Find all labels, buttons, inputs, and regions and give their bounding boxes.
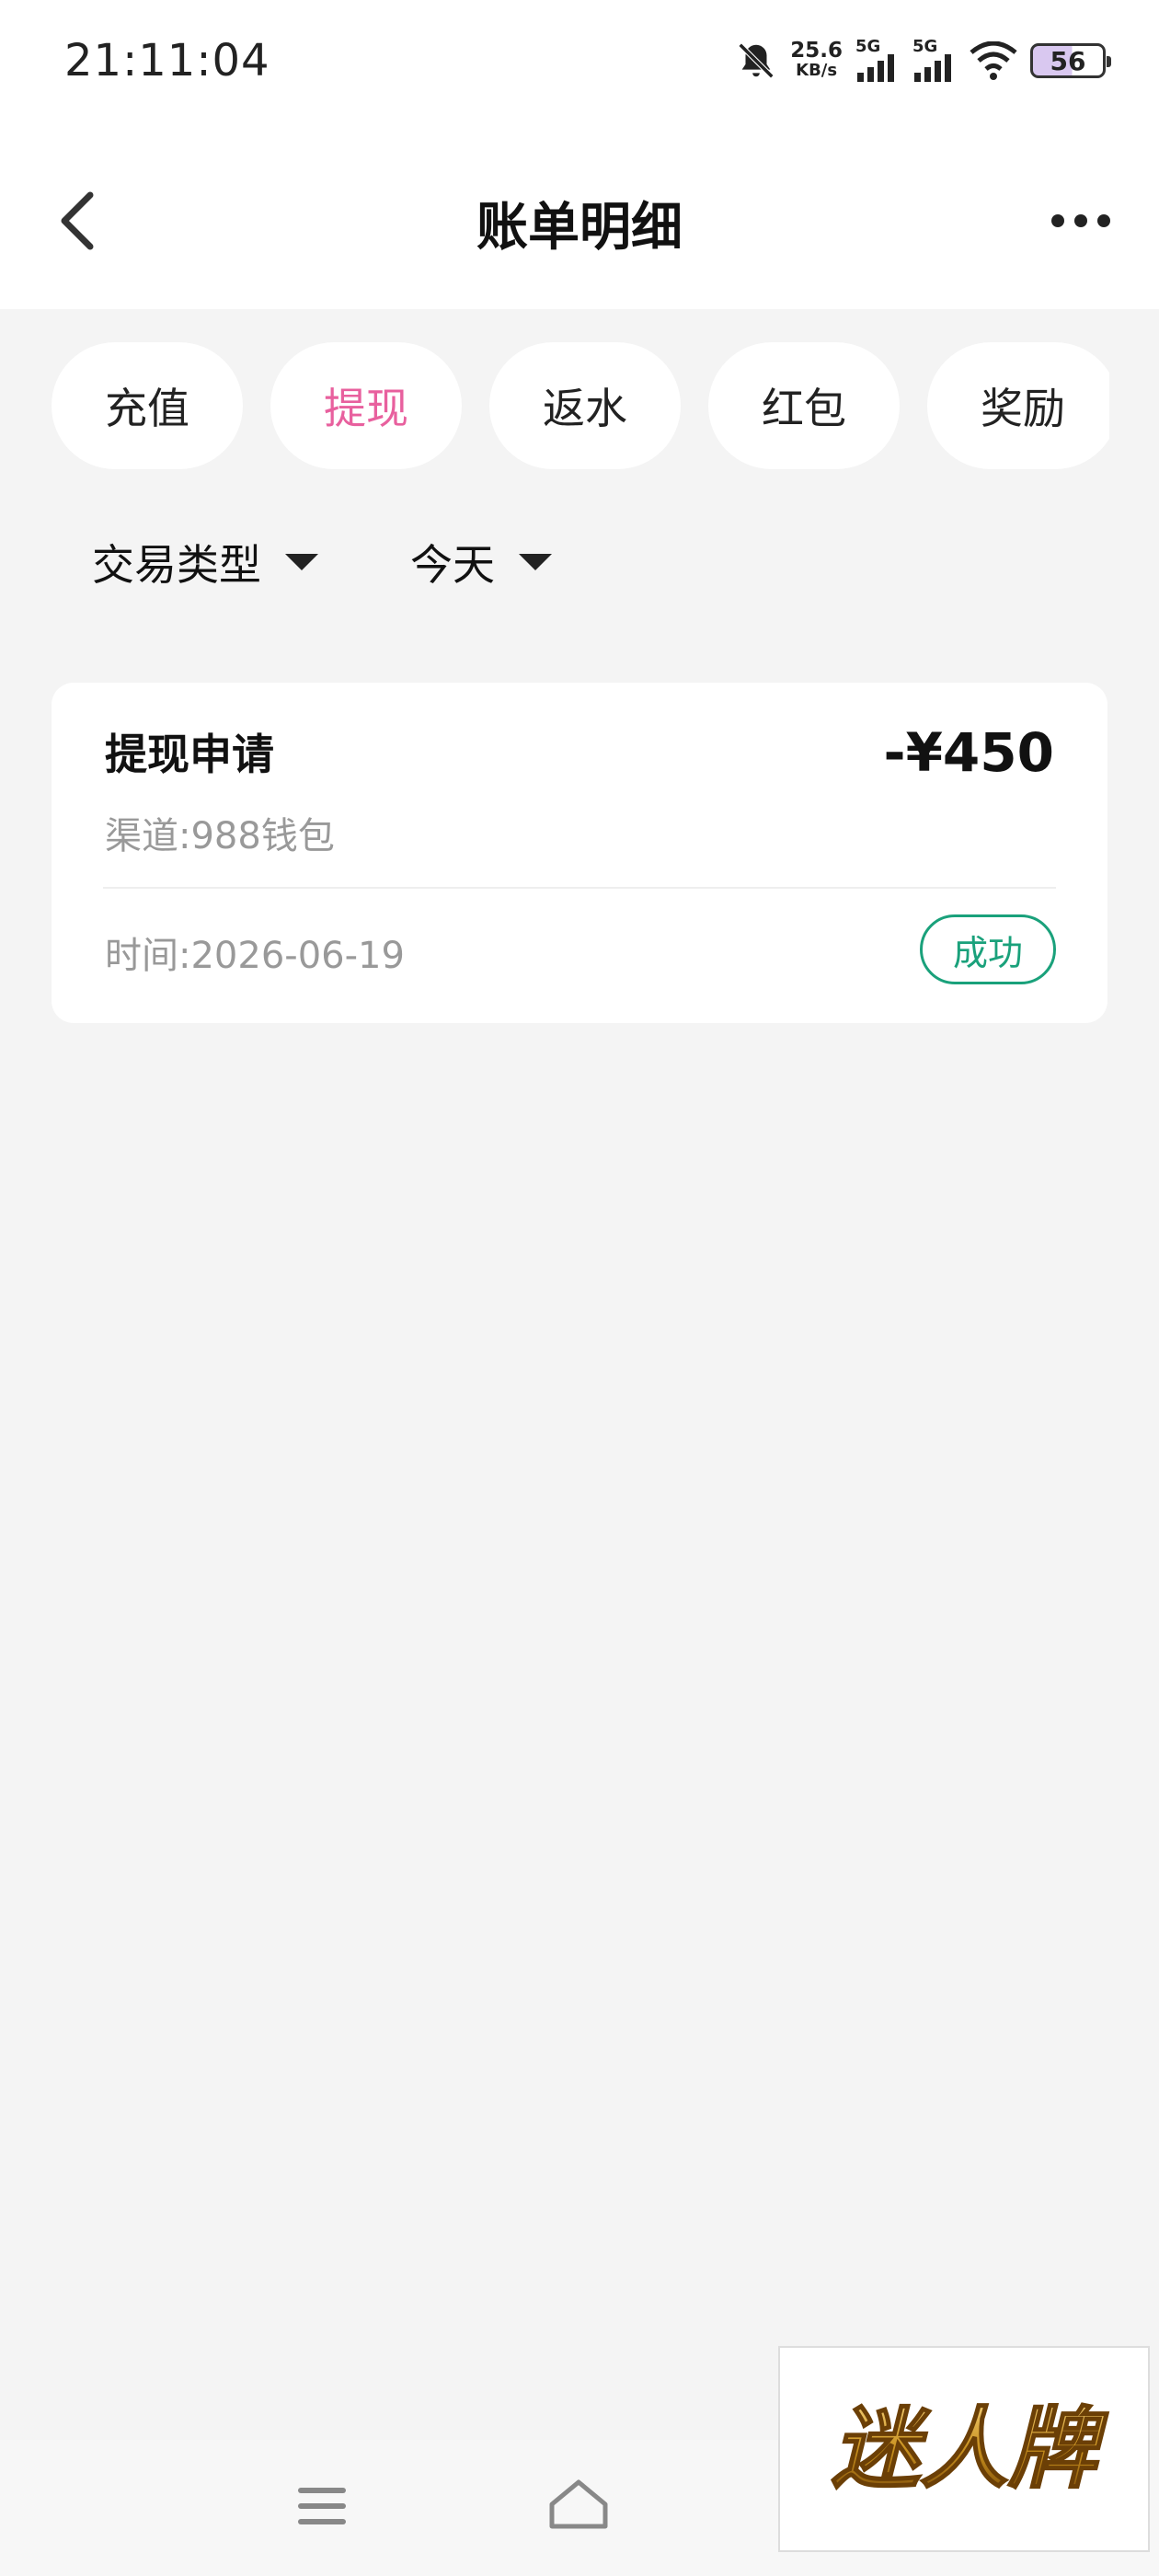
transaction-card[interactable]: 提现申请 -¥450 渠道:988钱包 时间:2026-06-19 成功 bbox=[52, 683, 1107, 1023]
watermark-logo-image: 迷人牌 bbox=[831, 2397, 1109, 2501]
bell-muted-icon bbox=[738, 42, 775, 79]
tab-withdraw[interactable]: 提现 bbox=[270, 342, 462, 469]
caret-down-icon bbox=[519, 554, 552, 570]
transaction-channel: 渠道:988钱包 bbox=[105, 815, 335, 857]
tab-red-packet[interactable]: 红包 bbox=[708, 342, 900, 469]
status-time: 21:11:04 bbox=[64, 35, 270, 86]
transaction-time: 时间:2026-06-19 bbox=[105, 935, 405, 977]
signal-sim2: 5G bbox=[912, 37, 957, 82]
caret-down-icon bbox=[285, 554, 318, 570]
tab-recharge[interactable]: 充值 bbox=[52, 342, 243, 469]
signal-bars-icon bbox=[914, 54, 951, 82]
net-speed: 25.6 KB/s bbox=[790, 40, 843, 81]
status-icons: 25.6 KB/s 5G 5G 56 bbox=[735, 35, 1111, 86]
transaction-title: 提现申请 bbox=[105, 730, 274, 779]
transaction-type-dropdown[interactable]: 交易类型 bbox=[92, 532, 318, 592]
tab-reward[interactable]: 奖励 bbox=[927, 342, 1109, 469]
network-type-label: 5G bbox=[855, 37, 881, 56]
app-header: 账单明细 bbox=[0, 129, 1159, 309]
wifi-icon bbox=[970, 41, 1017, 80]
status-badge: 成功 bbox=[920, 914, 1056, 984]
transaction-amount: -¥450 bbox=[883, 721, 1055, 784]
net-speed-unit: KB/s bbox=[796, 61, 838, 80]
category-tabs: 充值 提现 返水 红包 奖励 bbox=[52, 342, 1109, 471]
network-type-label: 5G bbox=[912, 37, 938, 56]
date-range-label: 今天 bbox=[410, 540, 495, 590]
net-speed-value: 25.6 bbox=[790, 39, 843, 63]
transaction-type-label: 交易类型 bbox=[92, 540, 261, 590]
status-bar: 21:11:04 25.6 KB/s 5G 5G 56 bbox=[0, 0, 1159, 129]
menu-icon[interactable] bbox=[296, 2484, 348, 2528]
battery-indicator: 56 bbox=[1030, 43, 1111, 78]
date-range-dropdown[interactable]: 今天 bbox=[410, 532, 552, 592]
filter-bar: 交易类型 今天 bbox=[92, 532, 552, 592]
signal-bars-icon bbox=[857, 54, 894, 82]
tab-rebate[interactable]: 返水 bbox=[489, 342, 681, 469]
more-options-icon[interactable] bbox=[1049, 202, 1113, 239]
watermark-logo: 迷人牌 bbox=[778, 2346, 1150, 2552]
signal-sim1: 5G bbox=[855, 37, 900, 82]
page-title: 账单明细 bbox=[476, 198, 683, 258]
card-divider bbox=[103, 887, 1056, 889]
svg-text:迷人牌: 迷人牌 bbox=[832, 2398, 1108, 2501]
home-icon[interactable] bbox=[546, 2477, 611, 2532]
